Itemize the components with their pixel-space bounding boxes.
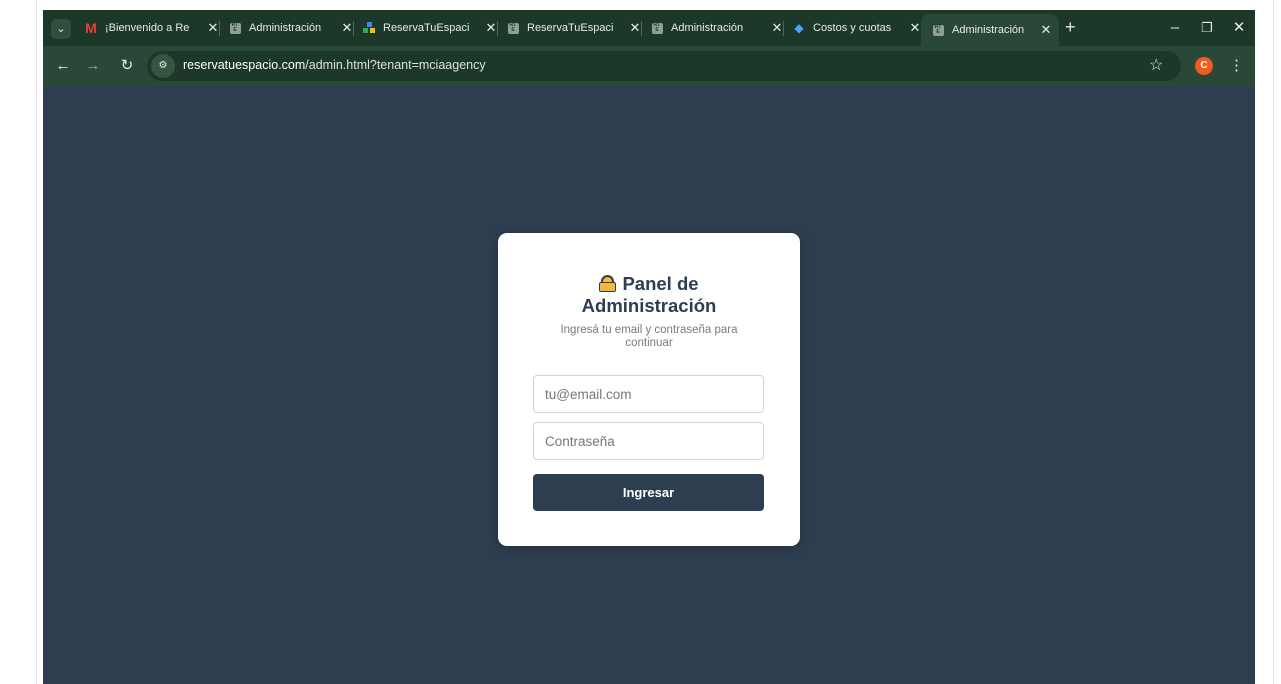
lock-icon [599,275,617,292]
page-title: Panel de Administración [498,273,800,317]
url-text[interactable]: reservatuespacio.com/admin.html?tenant=m… [183,58,486,72]
dropbox-icon: ◆ [794,21,804,35]
close-icon[interactable]: ✕ [628,20,642,36]
email-field[interactable] [533,375,764,413]
tab-title: Costos y cuotas [813,22,892,34]
tab-separator [641,21,642,36]
tab-administracion-2[interactable]: RT E Administración ✕ [645,10,784,46]
gmail-icon: M [85,20,97,36]
tab-administracion-1[interactable]: RT E Administración ✕ [223,10,354,46]
login-subtitle: Ingresá tu email y contraseña para conti… [498,324,800,350]
close-icon[interactable]: ✕ [770,20,784,36]
subtitle-line-1: Ingresá tu email y contraseña para [560,324,738,336]
title-line-2: Administración [581,295,717,316]
tab-title: ReservaTuEspaci [527,22,614,34]
tab-reservatuespacio-1[interactable]: ReservaTuEspaci ✕ [357,10,498,46]
more-menu-icon[interactable]: ⋮ [1229,56,1244,76]
browser-toolbar: ← → ↻ ⚙ reservatuespacio.com/admin.html?… [43,46,1255,86]
back-arrow-icon[interactable]: ← [53,56,73,76]
chevron-down-icon: ⌄ [56,23,66,35]
minimize-icon[interactable]: – [1165,18,1185,38]
subtitle-line-2: continuar [625,337,673,349]
rt-icon: RT E [931,23,945,37]
tab-separator [219,21,220,36]
tab-title: Administración [671,22,744,34]
tab-separator [353,21,354,36]
close-icon[interactable]: ✕ [908,20,922,36]
tab-strip: ⌄ M ¡Bienvenido a Re ✕ RT E Administraci… [43,10,1255,46]
rt-icon: RT E [506,21,520,35]
rt-icon: RT E [650,21,664,35]
close-icon[interactable]: ✕ [206,20,220,36]
password-field[interactable] [533,422,764,460]
tab-administracion-active[interactable]: RT E Administración ✕ [921,14,1059,46]
bookmark-star-icon[interactable]: ☆ [1149,56,1163,76]
url-path: /admin.html?tenant=mciaagency [305,58,486,72]
profile-avatar[interactable]: C [1195,57,1213,75]
tab-separator [783,21,784,36]
tab-title: Administración [952,24,1025,36]
left-border [36,0,37,684]
tab-reservatuespacio-2[interactable]: RT E ReservaTuEspaci ✕ [501,10,642,46]
reload-icon[interactable]: ↻ [117,56,137,76]
forward-arrow-icon[interactable]: → [83,56,103,76]
close-icon[interactable]: ✕ [340,20,354,36]
restore-icon[interactable]: ❐ [1197,18,1217,38]
tab-title: Administración [249,22,322,34]
right-border [1273,0,1274,684]
window-close-icon[interactable]: ✕ [1229,18,1249,38]
close-icon[interactable]: ✕ [484,20,498,36]
browser-window: ⌄ M ¡Bienvenido a Re ✕ RT E Administraci… [43,10,1255,684]
address-bar[interactable]: ⚙ reservatuespacio.com/admin.html?tenant… [147,51,1181,81]
rt-icon: RT E [228,21,242,35]
tab-costos-y-cuotas[interactable]: ◆ Costos y cuotas ✕ [787,10,922,46]
site-info-icon[interactable]: ⚙ [151,54,175,78]
url-domain: reservatuespacio.com [183,58,306,72]
tab-title: ¡Bienvenido a Re [105,22,190,34]
login-card: Panel de Administración Ingresá tu email… [498,233,800,546]
new-tab-button[interactable]: + [1065,17,1076,37]
tab-title: ReservaTuEspaci [383,22,470,34]
title-line-1: Panel de [622,273,699,294]
grid-icon [362,21,376,35]
tab-search-button[interactable]: ⌄ [51,19,71,39]
tab-bienvenido[interactable]: M ¡Bienvenido a Re ✕ [79,10,220,46]
close-icon[interactable]: ✕ [1039,22,1053,38]
tab-separator [497,21,498,36]
login-submit-button[interactable]: Ingresar [533,474,764,511]
